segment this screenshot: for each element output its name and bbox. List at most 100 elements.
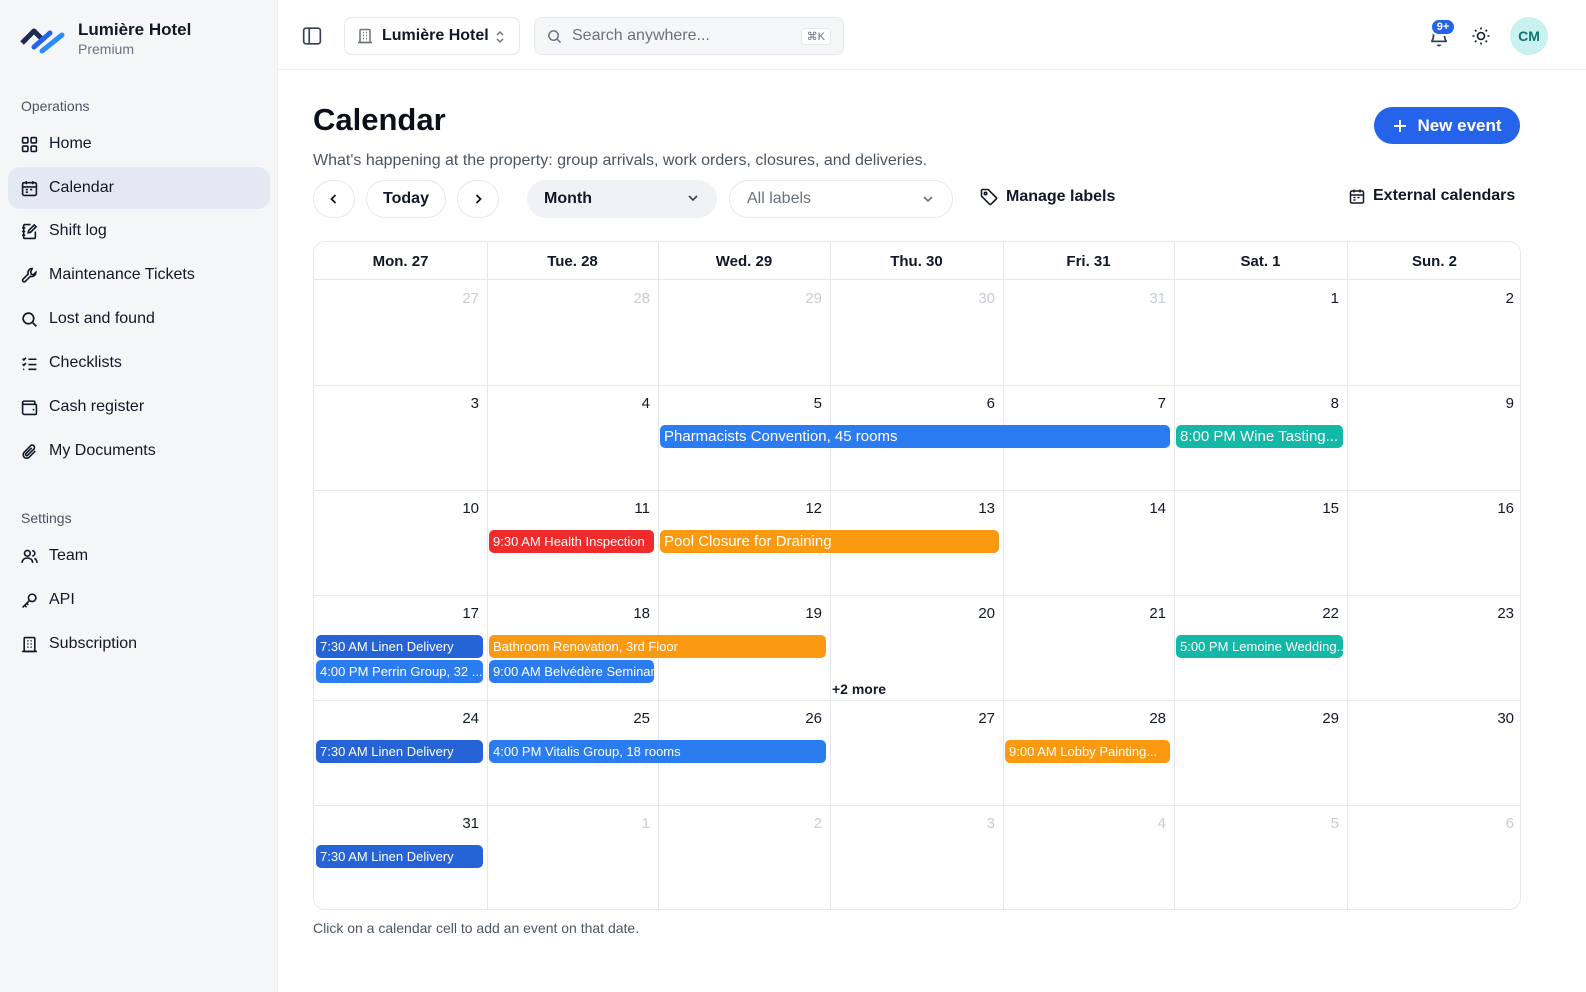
- nav-section-settings: Settings: [21, 510, 72, 526]
- calendar-day-cell[interactable]: 10: [314, 490, 487, 595]
- calendar-event[interactable]: 4:00 PM Vitalis Group, 18 rooms: [489, 740, 826, 763]
- calendar-day-cell[interactable]: 27: [314, 280, 487, 385]
- calendar-day-cell[interactable]: 21: [1003, 595, 1174, 700]
- sidebar-item-checklists[interactable]: Checklists: [8, 342, 270, 384]
- external-calendars-button[interactable]: External calendars: [1349, 187, 1515, 205]
- external-calendars-label: External calendars: [1373, 187, 1516, 204]
- previous-month-button[interactable]: [313, 180, 355, 218]
- calendar-day-cell[interactable]: 1: [1174, 280, 1347, 385]
- day-number: 17: [462, 605, 479, 622]
- labels-select[interactable]: All labels: [729, 180, 953, 218]
- calendar-day-cell[interactable]: 4: [1003, 805, 1174, 909]
- sidebar-item-cash-register[interactable]: Cash register: [8, 386, 270, 428]
- calendar-day-cell[interactable]: 5: [1174, 805, 1347, 909]
- day-number: 10: [462, 500, 479, 517]
- calendar-event[interactable]: 4:00 PM Perrin Group, 32 ...: [316, 660, 483, 683]
- paperclip-icon: [22, 443, 36, 459]
- day-number: 31: [1149, 290, 1166, 307]
- page-title: Calendar: [313, 102, 446, 137]
- sidebar-toggle-icon[interactable]: [302, 26, 322, 46]
- today-button[interactable]: Today: [366, 180, 446, 218]
- sidebar-item-home[interactable]: Home: [8, 123, 270, 165]
- calendar-event[interactable]: 9:00 AM Lobby Painting...: [1005, 740, 1170, 763]
- day-number: 4: [1157, 815, 1166, 832]
- sidebar-item-label: Maintenance Tickets: [49, 266, 195, 283]
- calendar-day-cell[interactable]: 15: [1174, 490, 1347, 595]
- chevron-up-down-icon: [496, 30, 504, 44]
- weekday-header: Mon. 27 Tue. 28 Wed. 29 Thu. 30 Fri. 31 Sat. …: [314, 242, 1520, 280]
- calendar-day-cell[interactable]: 28: [487, 280, 658, 385]
- home-grid-icon: [21, 136, 38, 152]
- calendar-event[interactable]: 7:30 AM Linen Delivery: [316, 845, 483, 868]
- day-number: 15: [1322, 500, 1339, 517]
- calendar-day-cell[interactable]: 3: [830, 805, 1003, 909]
- more-events-link[interactable]: +2 more: [832, 681, 886, 697]
- calendar-event[interactable]: 9:00 AM Belvédère Seminar...: [489, 660, 654, 683]
- day-number: 1: [641, 815, 650, 832]
- sidebar-item-my-documents[interactable]: My Documents: [8, 430, 270, 472]
- sidebar-item-maintenance-tickets[interactable]: Maintenance Tickets: [8, 254, 270, 296]
- manage-labels-button[interactable]: Manage labels: [980, 188, 1115, 206]
- sidebar-item-team[interactable]: Team: [8, 535, 270, 577]
- calendar-day-cell[interactable]: 29: [658, 280, 830, 385]
- view-select-value: Month: [544, 190, 592, 207]
- day-number: 28: [633, 290, 650, 307]
- calendar-day-cell[interactable]: 30: [830, 280, 1003, 385]
- calendar-day-cell[interactable]: 2: [658, 805, 830, 909]
- hotel-selector[interactable]: Lumière Hotel: [344, 17, 520, 55]
- calendar-day-cell[interactable]: 3: [314, 385, 487, 490]
- day-number: 18: [633, 605, 650, 622]
- sidebar-item-lost-and-found[interactable]: Lost and found: [8, 298, 270, 340]
- calendar-event[interactable]: 9:30 AM Health Inspection: [489, 530, 654, 553]
- calendar-day-cell[interactable]: 1: [487, 805, 658, 909]
- calendar-day-cell[interactable]: 27: [830, 700, 1003, 805]
- sidebar-item-subscription[interactable]: Subscription: [8, 623, 270, 665]
- day-number: 1: [1330, 290, 1339, 307]
- key-icon: [22, 592, 37, 608]
- search-input[interactable]: [572, 27, 792, 45]
- sidebar-item-label: Cash register: [49, 398, 145, 415]
- calendar-hint: Click on a calendar cell to add an event…: [313, 920, 640, 936]
- calendar-event[interactable]: 7:30 AM Linen Delivery: [316, 635, 483, 658]
- sun-icon[interactable]: [1471, 26, 1491, 46]
- day-number: 27: [462, 290, 479, 307]
- calendar-day-cell[interactable]: 16: [1347, 490, 1520, 595]
- calendar-day-cell[interactable]: 30: [1347, 700, 1520, 805]
- calendar-day-cell[interactable]: 14: [1003, 490, 1174, 595]
- search-bar[interactable]: ⌘K: [534, 17, 844, 55]
- sidebar-item-calendar[interactable]: Calendar: [8, 167, 270, 209]
- brand[interactable]: Lumière Hotel Premium: [20, 20, 191, 58]
- calendar-event[interactable]: Pharmacists Convention, 45 rooms: [660, 425, 1170, 448]
- calendar-day-cell[interactable]: 6: [1347, 805, 1520, 909]
- weekday-label: Sun. 2: [1411, 252, 1457, 270]
- user-avatar[interactable]: CM: [1510, 17, 1548, 55]
- calendar-day-cell[interactable]: 29: [1174, 700, 1347, 805]
- calendar-day-cell[interactable]: 9: [1347, 385, 1520, 490]
- users-icon: [21, 549, 38, 563]
- topbar: Lumière Hotel ⌘K 9+ CM: [278, 0, 1586, 70]
- sidebar-item-api[interactable]: API: [8, 579, 270, 621]
- calendar-event[interactable]: 5:00 PM Lemoine Wedding...: [1176, 635, 1343, 658]
- day-number: 11: [634, 500, 650, 517]
- day-number: 6: [1505, 815, 1514, 832]
- weekday-label: Sat. 1: [1240, 252, 1281, 270]
- calendar-event[interactable]: 8:00 PM Wine Tasting...: [1176, 425, 1343, 448]
- calendar-event[interactable]: 7:30 AM Linen Delivery: [316, 740, 483, 763]
- calendar-event[interactable]: Pool Closure for Draining: [660, 530, 999, 553]
- day-number: 8: [1330, 395, 1339, 412]
- calendar-event[interactable]: Bathroom Renovation, 3rd Floor: [489, 635, 826, 658]
- next-month-button[interactable]: [457, 180, 499, 218]
- new-event-button[interactable]: New event: [1374, 107, 1520, 144]
- sidebar-item-shift-log[interactable]: Shift log: [8, 210, 270, 252]
- search-shortcut: ⌘K: [800, 28, 831, 45]
- day-number: 9: [1505, 395, 1514, 412]
- calendar-day-cell[interactable]: 4: [487, 385, 658, 490]
- view-select[interactable]: Month: [527, 180, 717, 218]
- tag-icon: [980, 188, 998, 206]
- day-number: 12: [805, 500, 822, 517]
- calendar-day-cell[interactable]: 2: [1347, 280, 1520, 385]
- calendar-day-cell[interactable]: 31: [1003, 280, 1174, 385]
- sidebar: Lumière Hotel Premium Operations Home Ca…: [0, 0, 278, 992]
- day-number: 19: [805, 605, 822, 622]
- calendar-day-cell[interactable]: 23: [1347, 595, 1520, 700]
